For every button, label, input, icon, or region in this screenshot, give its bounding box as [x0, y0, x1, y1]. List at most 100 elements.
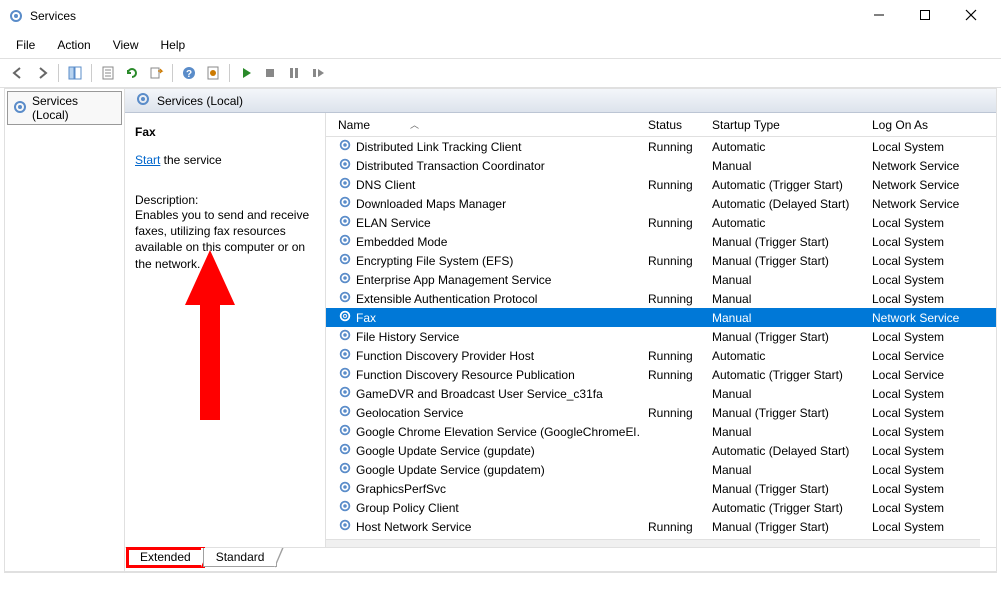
- start-service-button[interactable]: [236, 63, 256, 83]
- service-name: DNS Client: [356, 178, 415, 192]
- gear-icon: [338, 233, 352, 250]
- service-log-on-as: Local System: [864, 463, 992, 477]
- help-topics-button[interactable]: [203, 63, 223, 83]
- toolbar-separator: [58, 64, 59, 82]
- main-pane: Services (Local) Fax Start the service D…: [125, 89, 996, 571]
- service-row[interactable]: Embedded ModeManual (Trigger Start)Local…: [326, 232, 996, 251]
- service-name: Google Chrome Elevation Service (GoogleC…: [356, 425, 640, 439]
- service-log-on-as: Local System: [864, 216, 992, 230]
- service-log-on-as: Local System: [864, 140, 992, 154]
- start-service-link[interactable]: Start: [135, 153, 160, 167]
- stop-service-button[interactable]: [260, 63, 280, 83]
- forward-button[interactable]: [32, 63, 52, 83]
- export-list-button[interactable]: [146, 63, 166, 83]
- column-log-on-as[interactable]: Log On As: [864, 113, 992, 136]
- service-row[interactable]: Group Policy ClientAutomatic (Trigger St…: [326, 498, 996, 517]
- window-title: Services: [30, 9, 76, 23]
- service-log-on-as: Local System: [864, 425, 992, 439]
- menu-help[interactable]: Help: [157, 36, 190, 54]
- service-row[interactable]: FaxManualNetwork Service: [326, 308, 996, 327]
- minimize-button[interactable]: [865, 9, 893, 24]
- pause-service-button[interactable]: [284, 63, 304, 83]
- gear-icon: [338, 214, 352, 231]
- service-row[interactable]: GraphicsPerfSvcManual (Trigger Start)Loc…: [326, 479, 996, 498]
- service-log-on-as: Local System: [864, 444, 992, 458]
- title-bar: Services: [0, 0, 1001, 32]
- back-button[interactable]: [8, 63, 28, 83]
- refresh-button[interactable]: [122, 63, 142, 83]
- horizontal-scrollbar[interactable]: [326, 539, 980, 547]
- service-name: Function Discovery Resource Publication: [356, 368, 575, 382]
- gear-icon: [338, 499, 352, 516]
- tree-item-services-local[interactable]: Services (Local): [7, 91, 122, 125]
- service-startup-type: Automatic (Delayed Start): [704, 444, 864, 458]
- gear-icon: [338, 176, 352, 193]
- service-row[interactable]: Downloaded Maps ManagerAutomatic (Delaye…: [326, 194, 996, 213]
- service-row[interactable]: GameDVR and Broadcast User Service_c31fa…: [326, 384, 996, 403]
- tabs: Extended Standard: [125, 547, 996, 571]
- service-row[interactable]: ELAN ServiceRunningAutomaticLocal System: [326, 213, 996, 232]
- service-row[interactable]: Distributed Link Tracking ClientRunningA…: [326, 137, 996, 156]
- pane-header-label: Services (Local): [157, 94, 243, 108]
- service-status: Running: [640, 520, 704, 534]
- service-startup-type: Manual (Trigger Start): [704, 482, 864, 496]
- service-row[interactable]: Google Chrome Elevation Service (GoogleC…: [326, 422, 996, 441]
- svg-text:?: ?: [186, 69, 192, 80]
- service-row[interactable]: Geolocation ServiceRunningManual (Trigge…: [326, 403, 996, 422]
- toolbar-separator: [91, 64, 92, 82]
- service-name: Google Update Service (gupdate): [356, 444, 535, 458]
- service-row[interactable]: DNS ClientRunningAutomatic (Trigger Star…: [326, 175, 996, 194]
- menu-view[interactable]: View: [109, 36, 143, 54]
- service-log-on-as: Local System: [864, 292, 992, 306]
- gear-icon: [135, 91, 151, 110]
- sort-indicator-icon: ︿: [410, 118, 419, 131]
- service-name: Host Network Service: [356, 520, 471, 534]
- service-row[interactable]: Google Update Service (gupdatem)ManualLo…: [326, 460, 996, 479]
- service-row[interactable]: File History ServiceManual (Trigger Star…: [326, 327, 996, 346]
- service-row[interactable]: Function Discovery Resource PublicationR…: [326, 365, 996, 384]
- gear-icon: [12, 99, 28, 118]
- service-row[interactable]: Google Update Service (gupdate) Automatic…: [326, 441, 996, 460]
- menu-action[interactable]: Action: [53, 36, 94, 54]
- service-name: GraphicsPerfSvc: [356, 482, 446, 496]
- toolbar: ?: [0, 59, 1001, 88]
- service-startup-type: Automatic (Delayed Start): [704, 197, 864, 211]
- restart-service-button[interactable]: [308, 63, 328, 83]
- rows-container[interactable]: Distributed Link Tracking ClientRunningA…: [326, 137, 996, 539]
- service-startup-type: Manual: [704, 311, 864, 325]
- show-hide-tree-button[interactable]: [65, 63, 85, 83]
- service-log-on-as: Local System: [864, 501, 992, 515]
- column-name[interactable]: Name︿: [330, 113, 640, 136]
- maximize-button[interactable]: [911, 9, 939, 24]
- service-row[interactable]: Distributed Transaction CoordinatorManua…: [326, 156, 996, 175]
- service-name: File History Service: [356, 330, 459, 344]
- gear-icon: [338, 328, 352, 345]
- tab-extended[interactable]: Extended: [127, 548, 204, 567]
- service-name: Google Update Service (gupdatem): [356, 463, 545, 477]
- service-row[interactable]: Function Discovery Provider HostRunningA…: [326, 346, 996, 365]
- service-startup-type: Manual (Trigger Start): [704, 235, 864, 249]
- service-row[interactable]: Encrypting File System (EFS)RunningManua…: [326, 251, 996, 270]
- service-log-on-as: Network Service: [864, 178, 992, 192]
- help-button[interactable]: ?: [179, 63, 199, 83]
- service-status: Running: [640, 178, 704, 192]
- service-startup-type: Manual (Trigger Start): [704, 254, 864, 268]
- close-button[interactable]: [957, 9, 985, 24]
- service-name: Embedded Mode: [356, 235, 447, 249]
- service-startup-type: Manual: [704, 387, 864, 401]
- service-row[interactable]: Host Network ServiceRunningManual (Trigg…: [326, 517, 996, 536]
- gear-icon: [338, 480, 352, 497]
- gear-icon: [338, 518, 352, 535]
- service-row[interactable]: Enterprise App Management ServiceManualL…: [326, 270, 996, 289]
- tab-standard[interactable]: Standard: [203, 548, 278, 567]
- service-log-on-as: Local Service: [864, 349, 992, 363]
- column-startup-type[interactable]: Startup Type: [704, 113, 864, 136]
- properties-button[interactable]: [98, 63, 118, 83]
- column-status[interactable]: Status: [640, 113, 704, 136]
- service-name: Enterprise App Management Service: [356, 273, 551, 287]
- service-row[interactable]: Extensible Authentication ProtocolRunnin…: [326, 289, 996, 308]
- service-startup-type: Manual: [704, 273, 864, 287]
- menu-file[interactable]: File: [12, 36, 39, 54]
- service-name: Geolocation Service: [356, 406, 463, 420]
- gear-icon: [338, 195, 352, 212]
